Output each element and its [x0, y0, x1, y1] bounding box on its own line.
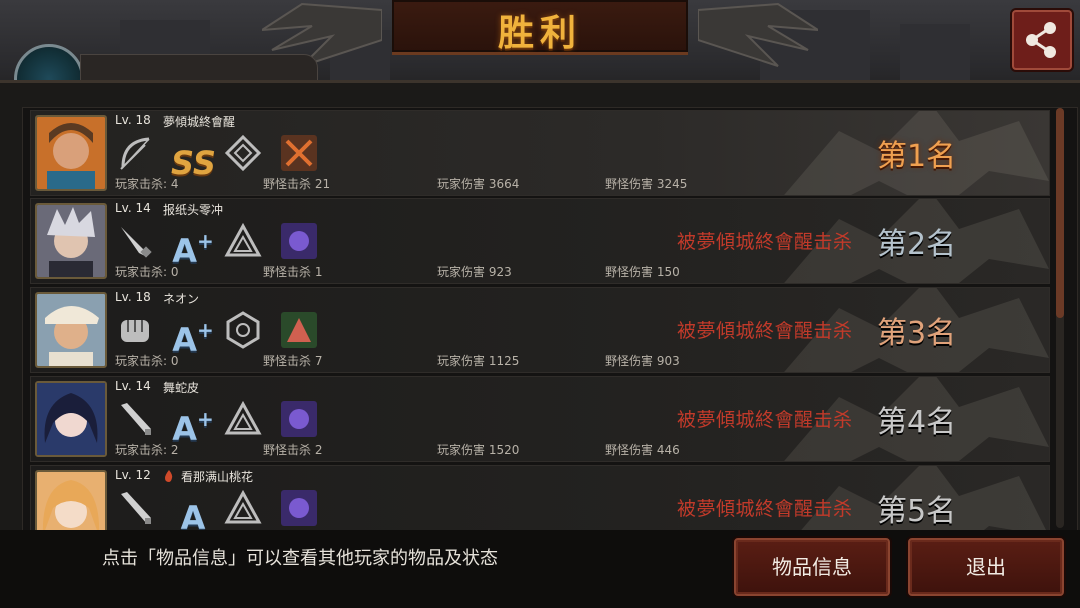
bow-icon — [120, 137, 150, 170]
stat-player-kills: 玩家击杀: 0 — [115, 265, 179, 279]
player-name: ネオン — [163, 292, 200, 306]
bat-icon — [121, 403, 151, 435]
scrollbar-thumb[interactable] — [1056, 108, 1064, 318]
triangle-rank-icon — [224, 400, 262, 435]
stat-monster-damage: 野怪伤害 3245 — [605, 177, 688, 191]
skill-icon — [281, 223, 317, 259]
player-avatar — [35, 203, 107, 279]
knife-icon — [121, 227, 152, 258]
player-level: Lv. 14 — [115, 201, 151, 215]
player-row-2[interactable]: Lv. 14 报纸头零冲 A+ 玩家击杀: 0 野怪击杀 1 玩家伤害 923 … — [30, 198, 1050, 284]
hint-text: 点击「物品信息」可以查看其他玩家的物品及状态 — [102, 548, 498, 569]
stat-player-damage: 玩家伤害 1520 — [437, 443, 520, 457]
player-row-5[interactable]: Lv. 12 看那满山桃花 A 被夢傾城終會醒击杀 第5名 — [30, 465, 1050, 531]
fist-icon — [121, 320, 149, 342]
stat-monster-kills: 野怪击杀 1 — [263, 265, 323, 279]
stat-monster-kills: 野怪击杀 21 — [263, 177, 331, 191]
player-row-4[interactable]: Lv. 14 舞蛇皮 A+ 玩家击杀: 2 野怪击杀 2 玩家伤害 1520 野… — [30, 376, 1050, 462]
stat-player-damage: 玩家伤害 1125 — [437, 354, 520, 368]
diamond-rank-icon — [224, 134, 262, 172]
player-row-1[interactable]: Lv. 18 夢傾城終會醒 SS 玩家击杀: 4 野怪击杀 21 玩家伤害 36… — [30, 110, 1050, 196]
hexagon-rank-icon — [226, 311, 260, 349]
share-button[interactable] — [1012, 10, 1072, 70]
killed-by-text: 被夢傾城終會醒击杀 — [677, 409, 853, 431]
skill-icon — [281, 135, 317, 171]
player-avatar — [35, 381, 107, 457]
killed-by-text: 被夢傾城終會醒击杀 — [677, 320, 853, 342]
skill-icon — [281, 312, 317, 348]
placement: 第5名 — [877, 494, 957, 529]
skill-icon — [281, 490, 317, 526]
player-row-3[interactable]: Lv. 18 ネオン A+ 玩家击杀: 0 野怪击杀 7 玩家伤害 1125 野… — [30, 287, 1050, 373]
share-icon — [1026, 22, 1056, 58]
exit-button[interactable]: 退出 — [908, 538, 1064, 596]
placement: 第2名 — [877, 227, 957, 262]
stat-player-damage: 玩家伤害 923 — [437, 265, 512, 279]
placement: 第4名 — [877, 405, 957, 440]
player-avatar — [35, 292, 107, 368]
triangle-rank-icon — [224, 222, 262, 257]
player-avatar — [35, 470, 107, 530]
grade-badge: A+ — [172, 229, 214, 270]
player-name: 看那满山桃花 — [181, 470, 254, 484]
stat-monster-kills: 野怪击杀 7 — [263, 354, 323, 368]
grade-badge: A+ — [172, 318, 214, 359]
flame-icon — [165, 470, 173, 482]
stat-monster-damage: 野怪伤害 903 — [605, 354, 680, 368]
grade-badge: A — [180, 499, 206, 531]
player-level: Lv. 18 — [115, 113, 151, 127]
title-plate: 胜利 — [392, 0, 688, 55]
stat-monster-damage: 野怪伤害 150 — [605, 265, 680, 279]
results-scrollbar[interactable] — [1056, 108, 1064, 528]
stat-player-kills: 玩家击杀: 4 — [115, 177, 179, 191]
placement: 第1名 — [877, 139, 957, 174]
killed-by-text: 被夢傾城終會醒击杀 — [677, 498, 853, 520]
grade-badge: A+ — [172, 407, 214, 448]
triangle-rank-icon — [224, 489, 262, 524]
grade-badge: SS — [171, 144, 216, 182]
killed-by-text: 被夢傾城終會醒击杀 — [677, 231, 853, 253]
placement: 第3名 — [877, 316, 957, 351]
player-level: Lv. 18 — [115, 290, 151, 304]
bat-icon — [121, 492, 151, 524]
player-level: Lv. 12 — [115, 468, 151, 482]
item-info-button[interactable]: 物品信息 — [734, 538, 890, 596]
player-level: Lv. 14 — [115, 379, 151, 393]
stat-monster-damage: 野怪伤害 446 — [605, 443, 680, 457]
page-title: 胜利 — [497, 13, 582, 54]
player-name: 夢傾城終會醒 — [163, 115, 236, 129]
right-wing-ornament-icon — [698, 2, 818, 67]
stat-player-kills: 玩家击杀: 0 — [115, 354, 179, 368]
player-name: 舞蛇皮 — [163, 381, 200, 395]
player-avatar — [35, 115, 107, 191]
skill-icon — [281, 401, 317, 437]
bottom-bar: 点击「物品信息」可以查看其他玩家的物品及状态 物品信息 退出 — [0, 530, 1080, 608]
stat-player-damage: 玩家伤害 3664 — [437, 177, 520, 191]
stat-monster-kills: 野怪击杀 2 — [263, 443, 323, 457]
player-name: 报纸头零冲 — [163, 203, 224, 217]
stat-player-kills: 玩家击杀: 2 — [115, 443, 179, 457]
